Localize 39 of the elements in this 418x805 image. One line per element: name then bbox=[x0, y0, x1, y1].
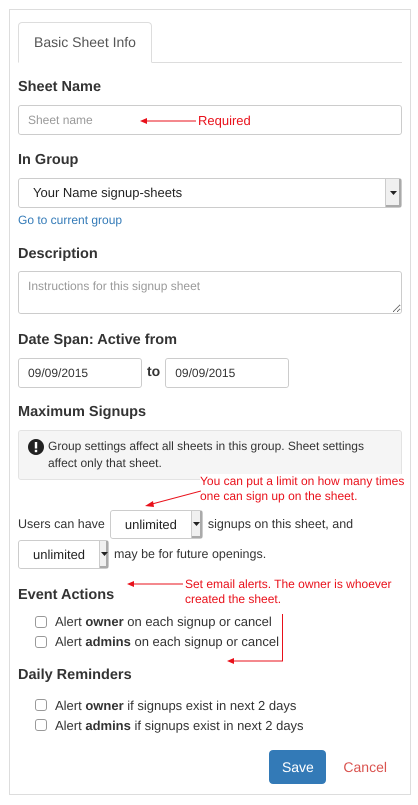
checkbox-label: Alert admins on each signup or cancel bbox=[55, 632, 280, 651]
annotation-arrow bbox=[140, 116, 196, 125]
annotation-arrow bbox=[144, 490, 201, 508]
date-field[interactable]: 09/09/2015 bbox=[18, 358, 142, 388]
tab[interactable]: Basic Sheet Info bbox=[18, 22, 152, 63]
checkbox-label: Alert owner on each signup or cancel bbox=[55, 612, 272, 631]
description-field[interactable]: Instructions for this signup sheet bbox=[18, 271, 402, 314]
annotation-text: Required bbox=[198, 112, 251, 130]
date-separator: to bbox=[147, 362, 160, 381]
section-label: Date Span: Active from bbox=[18, 331, 177, 350]
section-label: Event Actions bbox=[18, 586, 114, 605]
section-label: Description bbox=[18, 244, 98, 264]
signup-text: signups on this sheet, and bbox=[208, 516, 354, 533]
annotation-text: Set email alerts. The owner is whoever created the sheet. bbox=[185, 577, 393, 607]
section-label: Sheet Name bbox=[18, 78, 102, 97]
caret-icon bbox=[190, 510, 202, 538]
caret-icon bbox=[385, 178, 401, 206]
checkbox[interactable] bbox=[35, 699, 47, 712]
checkbox[interactable] bbox=[35, 616, 47, 628]
section-label: Daily Reminders bbox=[18, 666, 132, 684]
notice-text: Group settings affect all sheets in this group. Sheet settings affect only that sheet. bbox=[48, 438, 365, 472]
dropdown[interactable]: Your Name signup-sheets bbox=[18, 178, 402, 208]
checkbox[interactable] bbox=[35, 719, 47, 732]
dropdown[interactable]: unlimited bbox=[18, 540, 109, 569]
section-label: In Group bbox=[18, 150, 78, 170]
exclamation-icon bbox=[28, 438, 44, 455]
dropdown[interactable]: unlimited bbox=[110, 510, 203, 539]
group-link[interactable]: Go to current group bbox=[18, 210, 402, 228]
caret-icon bbox=[99, 540, 108, 568]
section-label: Maximum Signups bbox=[18, 403, 146, 422]
date-field[interactable]: 09/09/2015 bbox=[165, 358, 290, 388]
save-button[interactable]: Save bbox=[269, 750, 326, 784]
checkbox-label: Alert admins if signups exist in next 2 days bbox=[55, 716, 304, 735]
signup-text: Users can have bbox=[18, 516, 105, 533]
cancel-link[interactable]: Cancel bbox=[343, 756, 387, 778]
checkbox[interactable] bbox=[35, 636, 47, 648]
checkbox-label: Alert owner if signups exist in next 2 days bbox=[55, 696, 296, 715]
annotation-arrow bbox=[127, 580, 183, 588]
signup-text: may be for future openings. bbox=[114, 546, 266, 563]
